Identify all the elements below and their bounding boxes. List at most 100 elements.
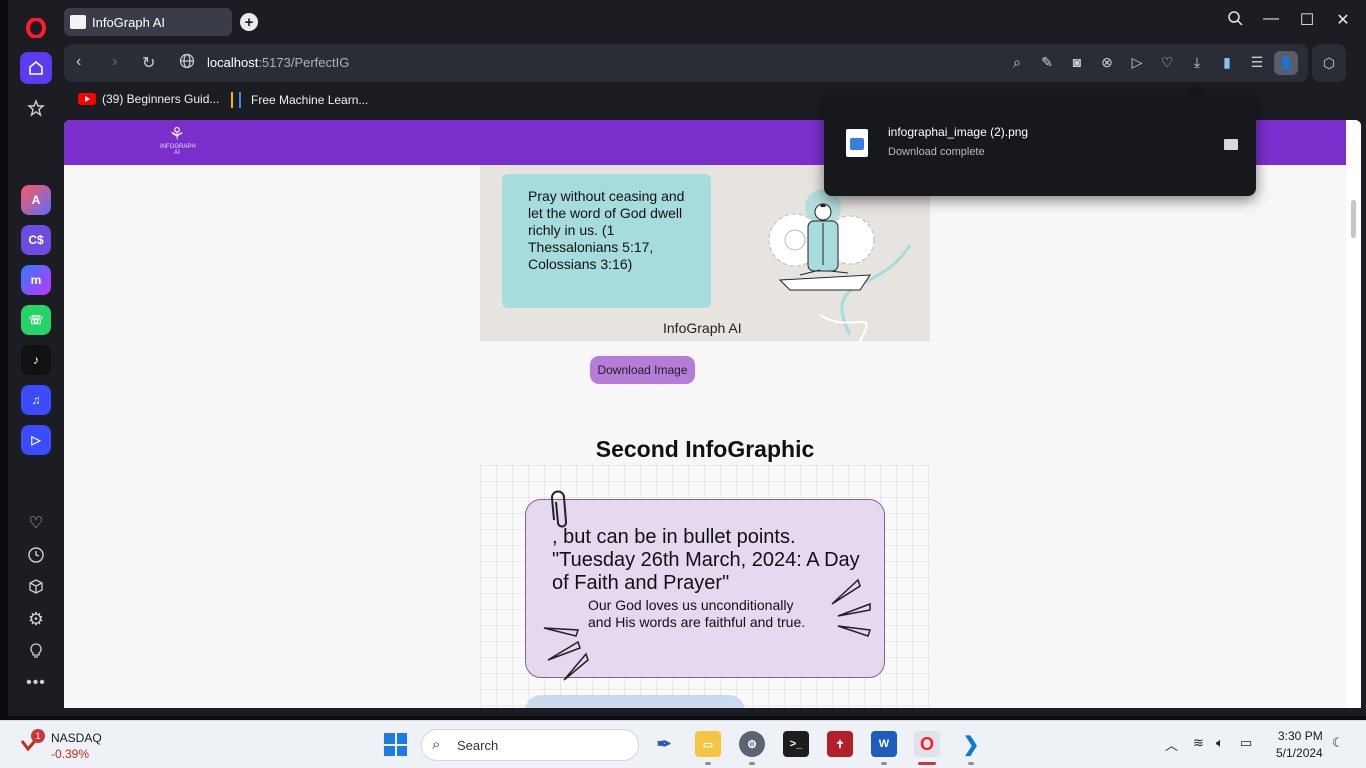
edit-icon[interactable]: ✎	[1038, 54, 1056, 72]
clock-date[interactable]: 5/1/2024	[1276, 746, 1323, 760]
easy-setup-icon[interactable]: ☰	[1248, 54, 1266, 72]
heart-icon[interactable]: ♡	[20, 507, 52, 539]
history-icon[interactable]	[20, 539, 52, 571]
settings-app-icon[interactable]: ⚙	[739, 731, 765, 757]
start-windows-icon[interactable]	[384, 733, 407, 756]
running-indicator	[881, 762, 887, 765]
burst-lines-left-icon	[543, 627, 589, 681]
tiktok-icon[interactable]: ♪	[20, 344, 52, 376]
infographic-2: , but can be in bullet points. "Tuesday …	[480, 465, 930, 708]
close-icon[interactable]: ✕	[1333, 10, 1353, 30]
page-content: Pray without ceasing and let the word of…	[64, 165, 1346, 708]
globe-icon	[179, 53, 195, 74]
search-icon: ⌕	[432, 736, 441, 753]
minimize-icon[interactable]: —	[1261, 10, 1281, 28]
bookmark-youtube[interactable]: (39) Beginners Guid...	[78, 92, 219, 106]
tab-title: InfoGraph AI	[92, 14, 165, 30]
whatsapp-icon[interactable]: ☏	[20, 304, 52, 336]
new-tab-plus-icon[interactable]: +	[240, 13, 258, 31]
open-folder-icon[interactable]	[1224, 139, 1238, 150]
copilot-app-icon[interactable]: ✒	[651, 731, 677, 757]
bible-app-icon[interactable]: ✝	[827, 731, 853, 757]
bookmark-machine-learning[interactable]: Free Machine Learn...	[231, 92, 368, 108]
clock-time[interactable]: 3:30 PM	[1278, 729, 1323, 743]
windows-taskbar: 1 NASDAQ -0.39% ⌕ Search ✒ ▭ ⚙ >_ ✝ W O …	[0, 720, 1366, 768]
player-send-icon[interactable]: ▷	[1128, 54, 1146, 72]
opera-logo-icon[interactable]	[20, 12, 52, 44]
logo-text: INFOGRAPH AI	[160, 144, 196, 156]
download-file-name[interactable]: infographai_image (2).png	[888, 125, 1028, 139]
infographic-2-card: , but can be in bullet points. "Tuesday …	[525, 490, 885, 681]
file-explorer-icon[interactable]: ▭	[695, 731, 721, 757]
notifications-moon-icon[interactable]: ☾	[1332, 735, 1344, 751]
settings-gear-icon[interactable]: ⚙	[20, 603, 52, 635]
infographic-1-card: Pray without ceasing and let the word of…	[502, 174, 711, 308]
bookmark-label: (39) Beginners Guid...	[102, 92, 220, 106]
infographic-2-body: Our God loves us unconditionally and His…	[588, 597, 806, 630]
paperclip-icon	[551, 490, 567, 528]
page-scrollbar[interactable]	[1346, 120, 1361, 708]
worker-illustration-icon	[768, 189, 912, 341]
home-icon[interactable]	[20, 52, 52, 84]
opera-taskbar-icon[interactable]: O	[914, 731, 940, 757]
running-indicator	[749, 762, 755, 765]
battery-saver-icon[interactable]: ▮	[1218, 54, 1236, 72]
speed-dial-icon[interactable]	[20, 92, 52, 124]
music-player-icon[interactable]: ♫	[20, 384, 52, 416]
search-placeholder: Search	[457, 738, 499, 753]
notification-badge: 1	[31, 729, 45, 743]
bookmark-label: Free Machine Learn...	[251, 93, 369, 107]
site-logo[interactable]: ⚘ INFOGRAPH AI	[160, 124, 196, 162]
url-field[interactable]: localhost:5173/PerfectIG	[207, 55, 349, 70]
forward-icon[interactable]: ›	[112, 53, 117, 71]
browser-sidebar: A C$ m ☏ ♪ ♫ ▷ ♡ ⚙ •••	[8, 0, 64, 716]
back-icon[interactable]: ‹	[76, 53, 81, 71]
terminal-icon[interactable]: >_	[783, 731, 809, 757]
aria-ai-icon[interactable]: A	[20, 184, 52, 216]
extensions-icon[interactable]: ⬡	[1312, 44, 1346, 82]
tab-favicon-icon	[70, 15, 86, 29]
bookmark-site-icon	[231, 92, 241, 108]
image-file-icon	[846, 129, 868, 157]
maximize-icon[interactable]: ☐	[1297, 10, 1317, 30]
url-path: :5173/PerfectIG	[258, 55, 350, 70]
battery-icon[interactable]: ▭	[1240, 735, 1252, 751]
stock-name[interactable]: NASDAQ	[51, 731, 102, 745]
messenger-icon[interactable]: m	[20, 264, 52, 296]
infographic-2-next-card	[525, 695, 745, 708]
scrollbar-thumb[interactable]	[1351, 200, 1356, 238]
address-bar: ‹ › ↻ localhost:5173/PerfectIG ⌕ ✎ ◙ ⊗ ▷…	[64, 44, 1308, 82]
adblock-icon[interactable]: ⊗	[1098, 54, 1116, 72]
youtube-icon	[78, 93, 96, 105]
download-image-button[interactable]: Download Image	[590, 356, 695, 384]
running-indicator	[968, 762, 974, 765]
tray-chevron-icon[interactable]: ︿	[1165, 735, 1178, 754]
lightbulb-icon[interactable]	[20, 635, 52, 667]
web-page: ⚘ INFOGRAPH AI Pray without ceasing and …	[64, 120, 1361, 708]
second-infographic-heading: Second InfoGraphic	[595, 436, 815, 462]
vscode-icon[interactable]: ❯	[958, 731, 984, 757]
infographic-2-title: , but can be in bullet points. "Tuesday …	[552, 526, 860, 594]
downloads-icon[interactable]: ⤓	[1188, 54, 1206, 72]
extensions-cube-icon[interactable]	[20, 571, 52, 603]
download-popup: infographai_image (2).png Download compl…	[824, 93, 1256, 196]
infographic-1-text: Pray without ceasing and let the word of…	[528, 188, 685, 272]
taskbar-search[interactable]: ⌕ Search	[421, 729, 639, 761]
wifi-icon[interactable]: ≋	[1193, 735, 1204, 751]
crypto-wallet-icon[interactable]: C$	[20, 224, 52, 256]
tab-infograph-ai[interactable]: InfoGraph AI	[64, 8, 232, 36]
word-icon[interactable]: W	[871, 731, 897, 757]
url-host: localhost	[207, 55, 259, 70]
more-icon[interactable]: •••	[20, 667, 52, 699]
reload-icon[interactable]: ↻	[142, 53, 155, 73]
volume-icon[interactable]: 🔈︎	[1216, 735, 1224, 751]
stock-change: -0.39%	[51, 747, 90, 761]
player-icon[interactable]: ▷	[20, 424, 52, 456]
bookmark-heart-icon[interactable]: ♡	[1158, 54, 1176, 72]
infographic-1-caption: InfoGraph AI	[663, 320, 742, 336]
profile-avatar[interactable]: 👤	[1274, 51, 1298, 75]
active-indicator	[918, 762, 936, 765]
search-in-page-icon[interactable]: ⌕	[1008, 54, 1026, 72]
snapshot-camera-icon[interactable]: ◙	[1068, 54, 1086, 72]
tab-search-icon[interactable]	[1225, 10, 1245, 31]
